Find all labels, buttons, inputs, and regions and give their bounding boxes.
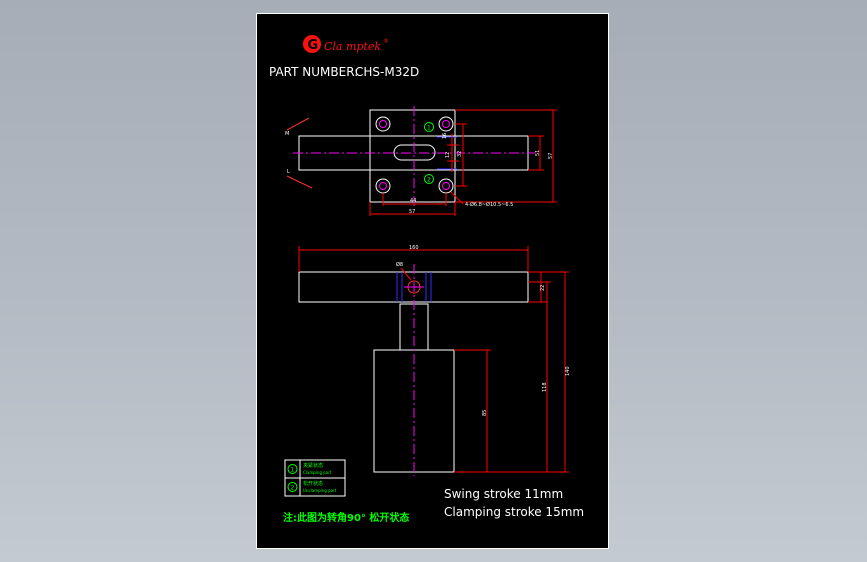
svg-text:22: 22 [540,285,546,291]
mounting-hole [438,178,454,194]
svg-text:51: 51 [535,150,541,156]
svg-text:118: 118 [542,382,548,392]
svg-text:松开状态: 松开状态 [303,480,323,487]
svg-text:夹紧状态: 夹紧状态 [303,462,323,469]
svg-text:2: 2 [291,485,295,492]
svg-text:160: 160 [409,245,419,251]
drawing-note: 注:此图为转角90° 松开状态 [283,511,409,524]
svg-text:44: 44 [410,198,416,204]
svg-text:57: 57 [548,153,554,159]
svg-text:32: 32 [457,151,463,157]
mounting-hole [438,116,454,132]
svg-text:85: 85 [482,410,488,416]
legend-item-unclamping: 2 松开状态 Unclamping part [287,480,337,493]
logo-registered: ® [383,38,389,45]
legend-box: 1 夹紧状态 Clamping part 2 松开状态 Unclamping p… [284,459,346,497]
logo-mark: G [308,38,319,53]
swing-stroke-text: Swing stroke 11mm [444,487,563,501]
svg-text:1: 1 [291,467,295,474]
top-view: M L 1 2 44 57 16 12 32 51 57 4-Ø6.8~Ø10.… [285,106,557,216]
svg-text:2: 2 [427,177,431,184]
mounting-hole [375,178,391,194]
svg-text:M: M [285,131,289,137]
svg-text:L: L [287,169,290,175]
drawing-sheet: G Cla mptek ® PART NUMBER: CHS-M32D M L … [256,13,609,549]
clamping-stroke-text: Clamping stroke 15mm [444,505,584,519]
svg-text:12: 12 [445,152,451,158]
svg-text:16: 16 [442,133,448,139]
svg-text:Clamping part: Clamping part [303,470,332,475]
front-view: 160 Ø8 22 140 118 85 [298,245,571,476]
mounting-hole [375,116,391,132]
clamptek-logo: G Cla mptek ® [303,35,389,53]
part-number-label: PART NUMBER: [269,65,358,79]
logo-text: Cla mptek [324,40,381,53]
part-number-value: CHS-M32D [355,65,419,79]
hole-note: 4-Ø6.8~Ø10.5~6.5 [465,201,513,208]
svg-text:Unclamping part: Unclamping part [303,488,337,493]
svg-text:57: 57 [409,209,415,215]
svg-text:Ø8: Ø8 [396,261,403,268]
legend-item-clamping: 1 夹紧状态 Clamping part [287,462,332,475]
svg-text:1: 1 [427,125,431,132]
svg-text:140: 140 [565,366,571,376]
